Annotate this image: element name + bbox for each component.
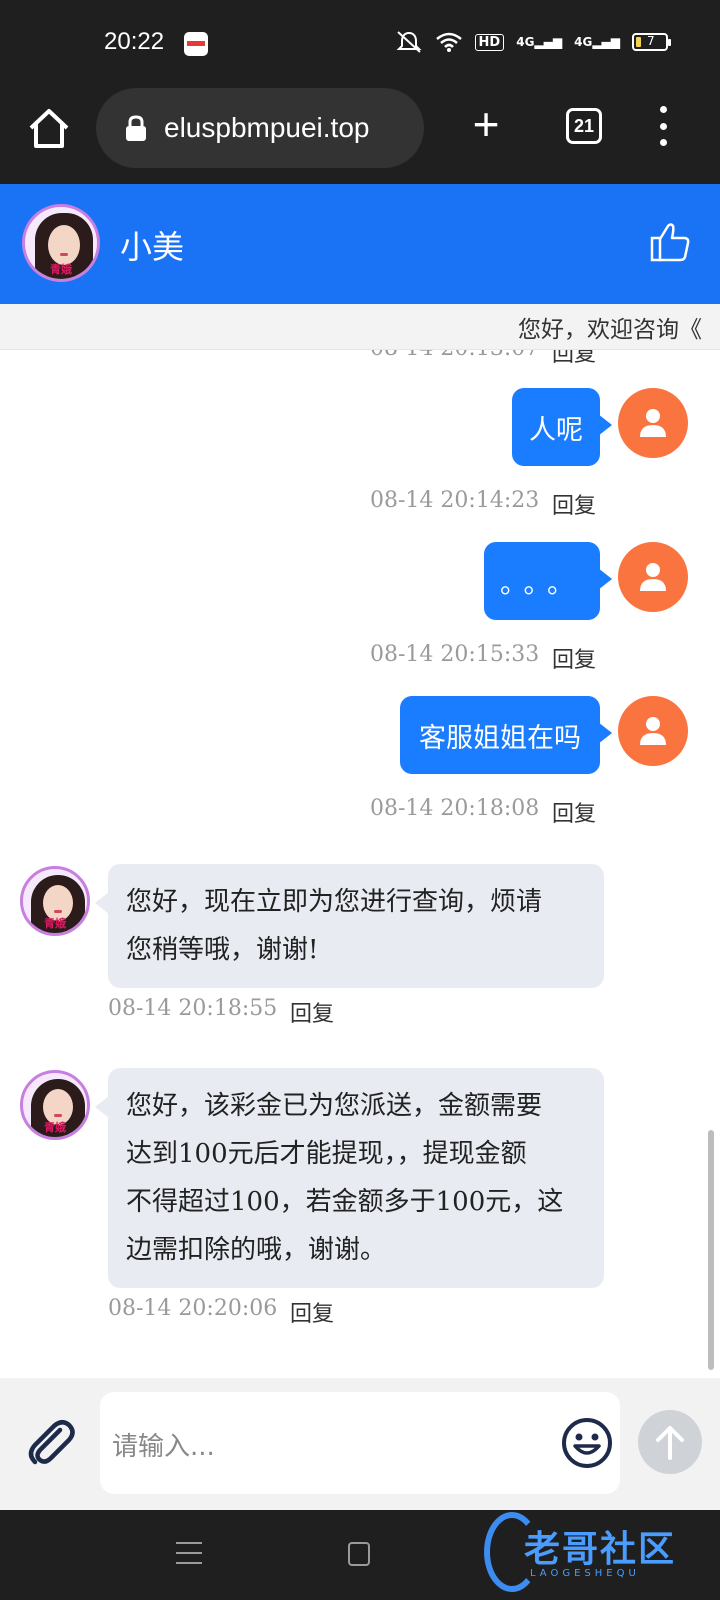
user-avatar[interactable] <box>618 388 688 458</box>
browser-toolbar: eluspbmpuei.top + 21 <box>0 82 720 184</box>
app-icon <box>184 32 208 56</box>
reply-link[interactable]: 回复 <box>552 796 596 828</box>
message-timestamp-partial: 08-14 20:13:07 <box>370 350 539 361</box>
chat-header: 青娥 小美 <box>0 184 720 304</box>
message-timestamp: 08-14 20:20:06 <box>108 1296 278 1321</box>
lock-icon <box>126 115 146 141</box>
message-line: 边需扣除的哦，谢谢。 <box>126 1235 387 1265</box>
agent-avatar[interactable]: 青娥 <box>20 1070 90 1140</box>
wifi-icon <box>435 32 462 52</box>
address-bar[interactable]: eluspbmpuei.top <box>96 88 424 168</box>
reply-link[interactable]: 回复 <box>552 642 596 674</box>
mute-icon <box>396 31 421 53</box>
user-icon <box>640 717 666 745</box>
watermark-subtitle: LAOGESHEQU <box>530 1568 640 1579</box>
user-icon <box>640 563 666 591</box>
chat-messages[interactable]: 08-14 20:13:07 回复 人呢 08-14 20:14:23 回复 。… <box>0 350 720 1378</box>
outgoing-message[interactable]: 客服姐姐在吗 <box>400 696 612 774</box>
status-bar: 20:22 HD 4G▂▄▆ 4G▂▄▆ 7 <box>0 0 720 82</box>
avatar-tag: 青娥 <box>44 917 66 930</box>
outgoing-message[interactable]: 。。。 <box>484 542 612 620</box>
user-avatar[interactable] <box>618 696 688 766</box>
incoming-message[interactable]: 您好，该彩金已为您派送，金额需要 达到100元后才能提现，，提现金额 不得超过1… <box>95 1068 604 1288</box>
notice-marquee: 您好，欢迎咨询《 <box>0 304 720 350</box>
battery-level: 7 <box>647 34 655 48</box>
signal-label-1: 4G <box>516 35 535 49</box>
message-line: 您好，该彩金已为您派送，金额需要 <box>126 1091 543 1121</box>
tab-count: 21 <box>573 115 595 136</box>
recent-apps-icon[interactable] <box>176 1542 202 1564</box>
message-input[interactable]: 请输入... <box>100 1392 620 1494</box>
user-icon <box>640 409 666 437</box>
signal-icon-2: 4G▂▄▆ <box>574 35 620 49</box>
user-avatar[interactable] <box>618 542 688 612</box>
tabs-icon[interactable]: 21 <box>566 108 602 144</box>
avatar-tag: 青娥 <box>44 1121 66 1134</box>
outgoing-message[interactable]: 人呢 <box>512 388 612 466</box>
agent-avatar[interactable]: 青娥 <box>22 204 100 282</box>
menu-icon[interactable] <box>655 106 671 146</box>
message-timestamp: 08-14 20:18:08 <box>370 796 540 821</box>
plus-icon[interactable]: + <box>466 101 506 147</box>
send-button[interactable] <box>638 1410 702 1474</box>
watermark-logo: 老哥社区 LAOGESHEQU <box>480 1510 710 1600</box>
message-line: 您好，现在立即为您进行查询，烦请 <box>126 887 543 917</box>
scrollbar-thumb[interactable] <box>708 1130 714 1370</box>
message-line: 达到100元后才能提现，，提现金额 <box>126 1139 527 1169</box>
system-nav-bar: 老哥社区 LAOGESHEQU <box>0 1510 720 1600</box>
signal-icon-1: 4G▂▄▆ <box>516 35 563 49</box>
message-line: 您稍等哦，谢谢! <box>126 935 319 965</box>
paperclip-icon[interactable] <box>24 1416 78 1470</box>
message-line: 不得超过100，若金额多于100元，这 <box>126 1187 564 1217</box>
notice-text: 您好，欢迎咨询《 <box>518 317 702 343</box>
nav-home-icon[interactable] <box>348 1542 370 1566</box>
message-timestamp: 08-14 20:15:33 <box>370 642 540 667</box>
message-text: 。。。 <box>500 568 584 600</box>
avatar-tag: 青娥 <box>50 263 72 276</box>
agent-name: 小美 <box>120 228 185 266</box>
home-icon[interactable] <box>26 106 72 152</box>
message-text: 人呢 <box>529 414 583 446</box>
emoji-icon[interactable] <box>560 1416 614 1470</box>
message-timestamp: 08-14 20:18:55 <box>108 996 278 1021</box>
message-text: 客服姐姐在吗 <box>419 722 581 754</box>
incoming-message[interactable]: 您好，现在立即为您进行查询，烦请 您稍等哦，谢谢! <box>95 864 604 988</box>
watermark-title: 老哥社区 <box>524 1529 677 1570</box>
hd-icon: HD <box>474 33 505 51</box>
message-composer: 请输入... <box>0 1378 720 1510</box>
reply-link[interactable]: 回复 <box>290 996 334 1028</box>
agent-avatar[interactable]: 青娥 <box>20 866 90 936</box>
url-text: eluspbmpuei.top <box>164 112 370 143</box>
reply-link[interactable]: 回复 <box>552 488 596 520</box>
battery-icon: 7 <box>632 33 671 51</box>
reply-link-partial[interactable]: 回复 <box>552 350 596 368</box>
thumbs-up-icon[interactable] <box>648 220 692 264</box>
send-arrow-icon <box>656 1426 684 1460</box>
status-icons: HD 4G▂▄▆ 4G▂▄▆ 7 <box>395 30 671 54</box>
message-timestamp: 08-14 20:14:23 <box>370 488 540 513</box>
input-placeholder: 请输入... <box>112 1432 215 1462</box>
status-time: 20:22 <box>104 28 165 55</box>
reply-link[interactable]: 回复 <box>290 1296 334 1328</box>
signal-label-2: 4G <box>574 35 593 49</box>
